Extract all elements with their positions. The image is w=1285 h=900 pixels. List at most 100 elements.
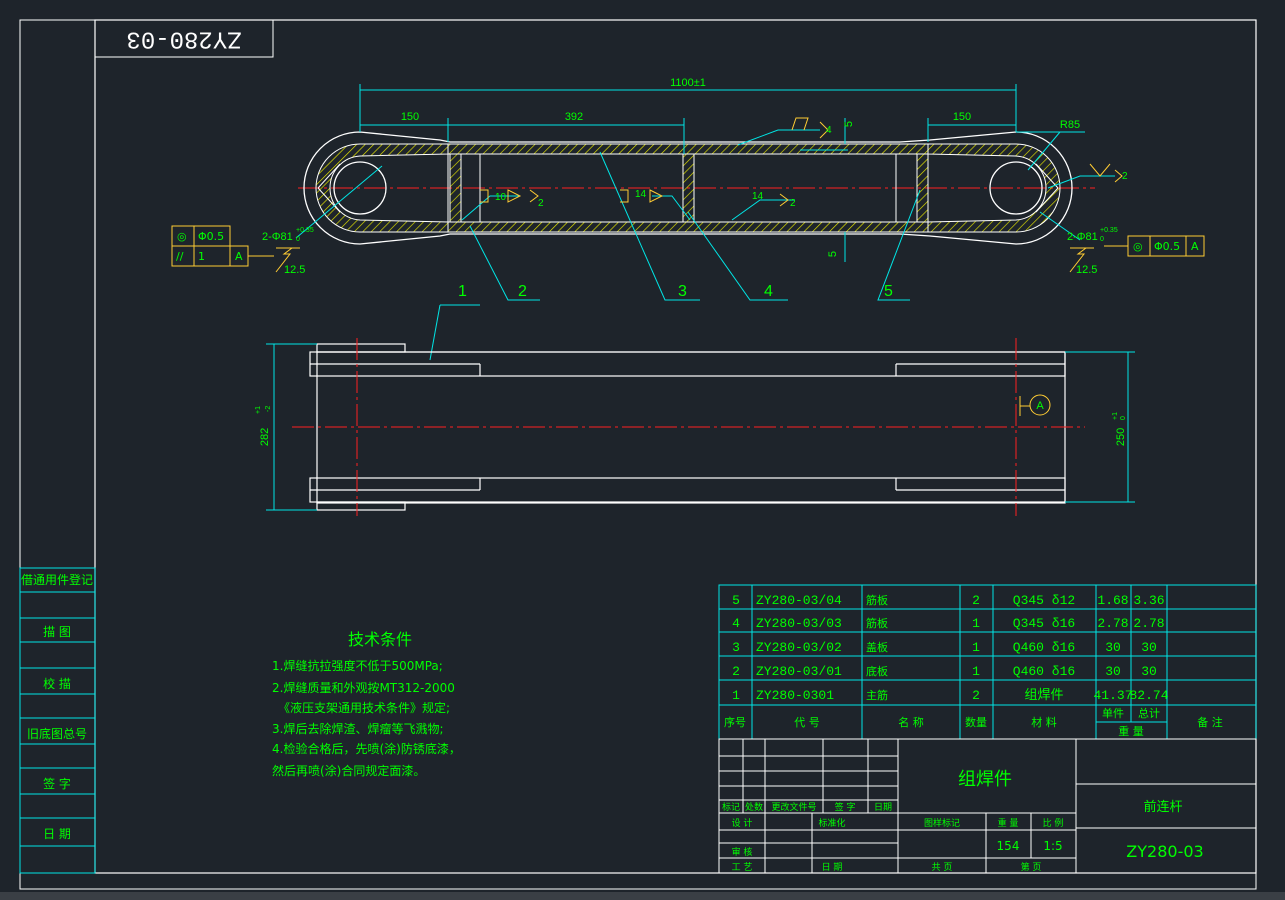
- weld-center-count: 2: [790, 198, 796, 209]
- side-label-4: 签 字: [43, 776, 71, 791]
- tech-line-1: 1.焊缝抗拉强度不低于500MPa;: [272, 658, 443, 673]
- tb-weight: 154: [997, 839, 1020, 853]
- tb-scale-label: 比 例: [1043, 817, 1064, 829]
- bom-cell-material: Q460 δ16: [1013, 640, 1075, 655]
- bom-cell-name: 主筋: [866, 688, 888, 702]
- bom-cell-total: 3.36: [1133, 593, 1164, 608]
- bom-cell-total: 30: [1141, 664, 1157, 679]
- bom-cell-no: 5: [732, 593, 740, 608]
- side-label-5: 日 期: [43, 827, 71, 841]
- bom-header-name: 名 称: [898, 715, 924, 729]
- bom-cell-no: 3: [732, 640, 740, 655]
- dim-plate-bottom: 5: [827, 251, 839, 257]
- tb-rev-sign: 签 字: [835, 801, 856, 813]
- bom-cell-code: ZY280-03/02: [756, 640, 842, 655]
- weld-top-symbol: [791, 117, 809, 131]
- dim-height-front: 282: [259, 428, 271, 446]
- bom-cell-no: 1: [732, 688, 740, 703]
- weld-left-size: 10: [495, 192, 507, 203]
- hole-left-label: 2-Φ81: [262, 231, 293, 243]
- balloon-4: 4: [764, 283, 773, 300]
- cad-drawing: ZY280-03 借通用件登记 描 图 校 描 旧底图总号 签 字 日 期 11…: [19, 19, 1257, 890]
- bom-cell-name: 筋板: [866, 593, 888, 607]
- hole-right-label: 2-Φ81: [1067, 231, 1098, 243]
- bom-cell-qty: 2: [972, 593, 980, 608]
- gdt-left-sym1: ◎: [177, 230, 187, 243]
- bom-cell-unit: 30: [1105, 664, 1121, 679]
- bom-cell-qty: 1: [972, 640, 980, 655]
- gdt-left-sym2: //: [176, 250, 184, 263]
- bom-cell-name: 盖板: [866, 640, 888, 654]
- bom-cell-unit: 41.37: [1093, 688, 1132, 703]
- weld-mid-size: 14: [635, 189, 647, 200]
- bom-header-material: 材 料: [1031, 715, 1057, 729]
- bom-cell-qty: 2: [972, 688, 980, 703]
- tb-rev-date: 日期: [874, 802, 892, 813]
- bom-cell-qty: 1: [972, 664, 980, 679]
- gdt-left-val2: 1: [198, 250, 205, 263]
- tb-standard: 标准化: [818, 817, 845, 829]
- roughness-left: 12.5: [284, 264, 305, 276]
- bom-header-total: 总计: [1138, 706, 1160, 720]
- top-view: [298, 131, 1095, 245]
- bom-cell-code: ZY280-03/04: [756, 593, 842, 608]
- bom-cell-unit: 2.78: [1097, 616, 1128, 631]
- bom-cell-material: Q345 δ16: [1013, 616, 1075, 631]
- hole-left-tol-up: +0.35: [296, 227, 314, 234]
- bom-cell-material: Q345 δ12: [1013, 593, 1075, 608]
- tech-title: 技术条件: [348, 630, 412, 649]
- tb-type-label: 组焊件: [958, 769, 1012, 790]
- side-label-0: 借通用件登记: [21, 572, 93, 587]
- bom-cell-qty: 1: [972, 616, 980, 631]
- bom-cell-name: 筋板: [866, 616, 888, 630]
- balloon-5: 5: [884, 283, 893, 300]
- bom-cell-material: 组焊件: [1024, 687, 1063, 703]
- gdt-right-datum: A: [1191, 240, 1199, 253]
- bom-cell-unit: 1.68: [1097, 593, 1128, 608]
- front-view: [309, 343, 1066, 511]
- tb-sheet: 第 页: [1021, 861, 1042, 873]
- tb-design: 设 计: [732, 817, 753, 829]
- tech-line-4: 3.焊后去除焊渣、焊瘤等飞溅物;: [272, 721, 444, 736]
- tb-rev-mark: 标记: [722, 801, 740, 813]
- bom-cell-code: ZY280-0301: [756, 688, 834, 703]
- balloon-2: 2: [518, 283, 527, 300]
- dim-overall: 1100±1: [670, 77, 706, 89]
- tb-process: 工 艺: [732, 862, 753, 873]
- hole-right-tol-low: 0: [1100, 236, 1104, 243]
- tb-rev-doc: 更改文件号: [771, 801, 816, 813]
- bom-cell-material: Q460 δ16: [1013, 664, 1075, 679]
- bom-header-weight: 重 量: [1118, 724, 1144, 738]
- bom-cell-no: 4: [732, 616, 740, 631]
- dim-height-front-tol-up: +1: [255, 406, 262, 414]
- gdt-right-sym: ◎: [1133, 240, 1143, 253]
- tech-line-5: 4.检验合格后，先喷(涂)防锈底漆，: [272, 741, 461, 756]
- tb-sheets: 共 页: [932, 862, 953, 873]
- side-label-3: 旧底图总号: [27, 726, 87, 741]
- gdt-right-val: Φ0.5: [1154, 240, 1180, 253]
- dim-mid: 392: [565, 111, 583, 123]
- tech-line-6: 然后再喷(涂)合同规定面漆。: [272, 763, 425, 778]
- datum-marker: [1019, 394, 1051, 416]
- bom-header-note: 备 注: [1197, 715, 1223, 729]
- tb-stage-label: 图样标记: [924, 817, 960, 829]
- tb-drawing-no: ZY280-03: [1126, 842, 1203, 861]
- tech-line-2: 2.焊缝质量和外观按MT312-2000: [272, 680, 455, 695]
- mirrored-drawing-number: ZY280-03: [126, 25, 241, 52]
- tb-part-name: 前连杆: [1143, 799, 1182, 815]
- hole-right-tol-up: +0.35: [1100, 227, 1118, 234]
- bom-cell-code: ZY280-03/03: [756, 616, 842, 631]
- weld-left-count: 2: [538, 198, 544, 209]
- balloon-1: 1: [458, 283, 467, 300]
- bom-header-no: 序号: [724, 715, 746, 729]
- bom-cell-unit: 30: [1105, 640, 1121, 655]
- bom-cell-code: ZY280-03/01: [756, 664, 842, 679]
- dim-right-end: 150: [953, 111, 971, 123]
- status-strip: [0, 892, 1285, 900]
- bom-header-code: 代 号: [794, 716, 820, 729]
- dim-height-front-tol-low: -2: [265, 406, 272, 412]
- bom-cell-no: 2: [732, 664, 740, 679]
- tb-date: 日 期: [822, 862, 843, 873]
- dim-plate-top: 5: [843, 121, 855, 127]
- side-label-1: 描 图: [43, 625, 71, 639]
